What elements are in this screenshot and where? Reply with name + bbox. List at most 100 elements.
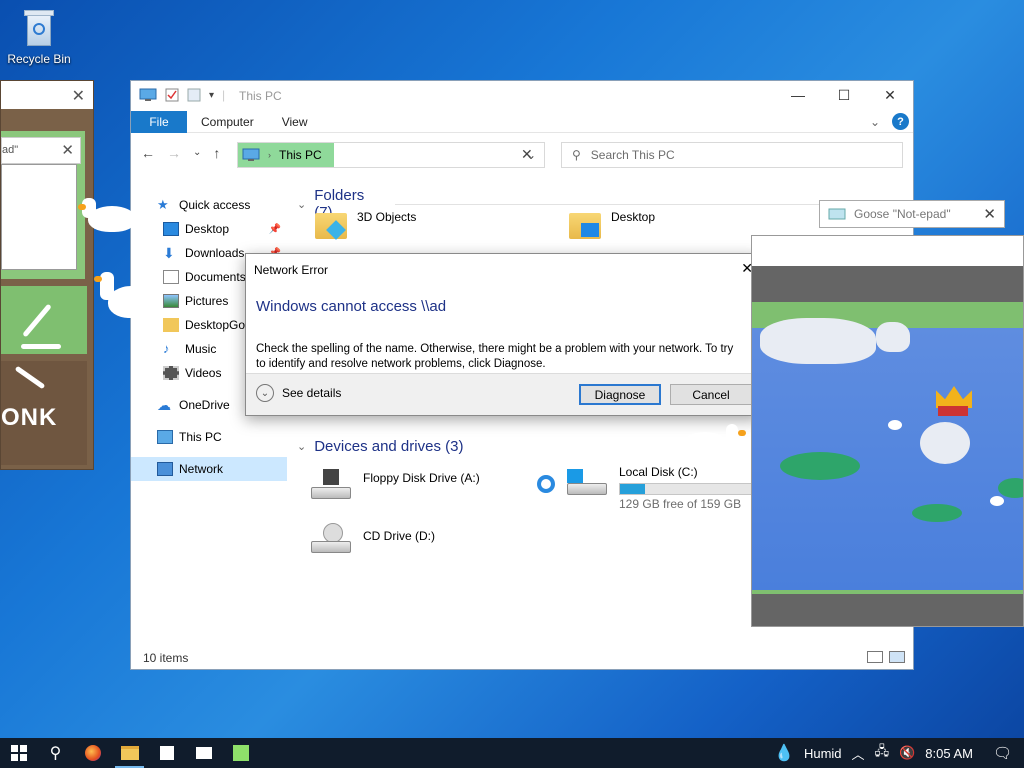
details-view-icon[interactable] xyxy=(867,651,883,663)
computer-icon[interactable] xyxy=(139,88,157,102)
sidebar-item-label: Desktop xyxy=(185,222,230,236)
address-bar[interactable]: › This PC ⌄ xyxy=(237,142,545,168)
drive-details: Local Disk (C:) 129 GB free of 159 GB xyxy=(619,465,753,511)
close-icon[interactable]: ✕ xyxy=(521,146,533,163)
sidebar-item-network[interactable]: Network xyxy=(131,457,287,481)
new-folder-icon[interactable] xyxy=(187,88,201,102)
flower-icon xyxy=(888,420,902,430)
sidebar-item-label: Music xyxy=(185,342,217,356)
ribbon-tabs: File Computer View ⌄ ? xyxy=(131,110,913,133)
sidebar-item-label: Videos xyxy=(185,366,222,380)
see-details-label: See details xyxy=(282,386,342,400)
honk-text: ONK xyxy=(1,404,58,431)
goose-neck xyxy=(100,272,114,300)
goose-beak xyxy=(78,204,86,210)
minimize-icon[interactable]: — xyxy=(775,81,821,109)
properties-icon[interactable] xyxy=(165,88,179,102)
folder-desktop[interactable]: Desktop xyxy=(569,210,656,239)
note-paper xyxy=(1,164,77,270)
scribble-mark xyxy=(21,344,61,349)
goose-body xyxy=(682,432,728,456)
devices-group-header[interactable]: ⌄ Devices and drives (3) xyxy=(297,438,471,455)
taskbar-mail[interactable] xyxy=(185,738,222,768)
sidebar-item-desktop[interactable]: Desktop 📌 xyxy=(131,217,287,241)
goose-neck xyxy=(726,424,738,442)
chevron-down-icon[interactable]: ⌄ xyxy=(870,115,880,129)
recycle-bin-label: Recycle Bin xyxy=(7,52,71,66)
weather-label[interactable]: Humid xyxy=(804,746,842,761)
drive-floppy[interactable]: Floppy Disk Drive (A:) xyxy=(309,469,480,503)
customize-toolbar-icon[interactable]: ▾ xyxy=(209,90,214,101)
search-icon: ⚲ xyxy=(572,148,581,162)
taskbar-firefox[interactable] xyxy=(74,738,111,768)
search-input[interactable]: ⚲ Search This PC xyxy=(561,142,903,168)
address-text: This PC xyxy=(279,148,322,162)
forward-arrow-icon[interactable]: → xyxy=(167,145,181,161)
folder-3d-objects[interactable]: 3D Objects xyxy=(315,210,416,240)
store-icon xyxy=(159,746,174,760)
help-icon[interactable]: ? xyxy=(892,113,909,130)
diagnose-button[interactable]: Diagnose xyxy=(579,384,661,405)
goose-note-window[interactable]: ✕ ad" ✕ ONK xyxy=(0,80,94,470)
tab-view[interactable]: View xyxy=(268,115,322,129)
sidebar-item-this-pc[interactable]: This PC xyxy=(131,425,287,449)
taskbar-store[interactable] xyxy=(148,738,185,768)
rock-shape xyxy=(876,322,910,352)
notification-icon[interactable]: 🗨 xyxy=(993,744,1012,762)
clock-time[interactable]: 8:05 AM xyxy=(925,746,973,761)
back-arrow-icon[interactable]: ← xyxy=(141,145,155,161)
notepad-icon xyxy=(232,745,249,761)
goose-in-pond xyxy=(920,422,970,464)
sidebar-item-quick-access[interactable]: ★ Quick access xyxy=(131,193,287,217)
tab-file[interactable]: File xyxy=(131,110,187,133)
tiles-view-icon[interactable] xyxy=(889,651,905,663)
firefox-icon xyxy=(84,745,101,761)
address-path[interactable]: › This PC xyxy=(238,143,334,167)
status-bar-count: 10 items xyxy=(143,651,189,665)
taskbar: ⚲ 💧 Humid ︿ 🖧 🔇 8:05 AM 🗨 xyxy=(0,738,1024,768)
close-icon[interactable]: ✕ xyxy=(867,81,913,109)
pin-icon[interactable]: 📌 xyxy=(269,224,281,235)
weather-drop-icon[interactable]: 💧 xyxy=(774,743,794,763)
recent-locations-icon[interactable]: ⌄ xyxy=(193,145,201,161)
close-icon[interactable]: ✕ xyxy=(983,205,996,223)
drive-usage-bar xyxy=(619,483,753,495)
folder-name: Desktop xyxy=(611,210,656,224)
video-icon xyxy=(163,366,179,380)
notepad-icon xyxy=(828,208,846,220)
recycle-bin-icon[interactable]: Recycle Bin xyxy=(6,8,72,66)
cd-drive-icon xyxy=(309,523,353,557)
taskbar-file-explorer[interactable] xyxy=(111,738,148,768)
drive-cd[interactable]: CD Drive (D:) xyxy=(309,523,435,557)
goose-beak xyxy=(94,276,102,282)
ribbon-right: ⌄ ? xyxy=(870,113,909,130)
goose-notepad-window[interactable]: Goose "Not-epad" ✕ xyxy=(819,200,1005,228)
sidebar-item-label: Documents xyxy=(185,270,246,284)
taskbar-notepad[interactable] xyxy=(222,738,259,768)
search-button[interactable]: ⚲ xyxy=(37,738,74,768)
network-error-dialog[interactable]: Network Error ✕ Windows cannot access \\… xyxy=(245,253,760,416)
folder-icon xyxy=(315,213,347,240)
tab-computer[interactable]: Computer xyxy=(187,115,268,129)
sync-status-icon xyxy=(537,475,555,493)
start-button[interactable] xyxy=(0,738,37,768)
sidebar-item-label: Network xyxy=(179,462,224,476)
dialog-message-line: Check the spelling of the name. Otherwis… xyxy=(256,343,734,355)
breadcrumb-chevron-icon: › xyxy=(268,150,271,160)
volume-muted-icon[interactable]: 🔇 xyxy=(899,745,915,761)
dialog-message-line: to identify and resolve network problems… xyxy=(256,358,546,370)
chevron-up-icon[interactable]: ︿ xyxy=(852,744,865,763)
drive-local-c[interactable]: Local Disk (C:) 129 GB free of 159 GB xyxy=(537,465,753,511)
network-status-icon[interactable]: 🖧 xyxy=(875,742,890,764)
up-arrow-icon[interactable]: ↑ xyxy=(213,145,220,161)
maximize-icon[interactable]: ☐ xyxy=(821,81,867,109)
cancel-button[interactable]: Cancel xyxy=(670,384,752,405)
see-details-toggle[interactable]: ⌄ See details xyxy=(256,384,341,402)
chevron-down-icon: ⌄ xyxy=(297,441,307,453)
lily-pad-shape xyxy=(998,478,1023,498)
sidebar-item-label: Pictures xyxy=(185,294,229,308)
close-icon[interactable]: ✕ xyxy=(61,141,74,159)
goose-meme-window[interactable] xyxy=(751,235,1024,627)
lily-pad-shape xyxy=(780,452,860,480)
close-icon[interactable]: ✕ xyxy=(72,86,85,106)
